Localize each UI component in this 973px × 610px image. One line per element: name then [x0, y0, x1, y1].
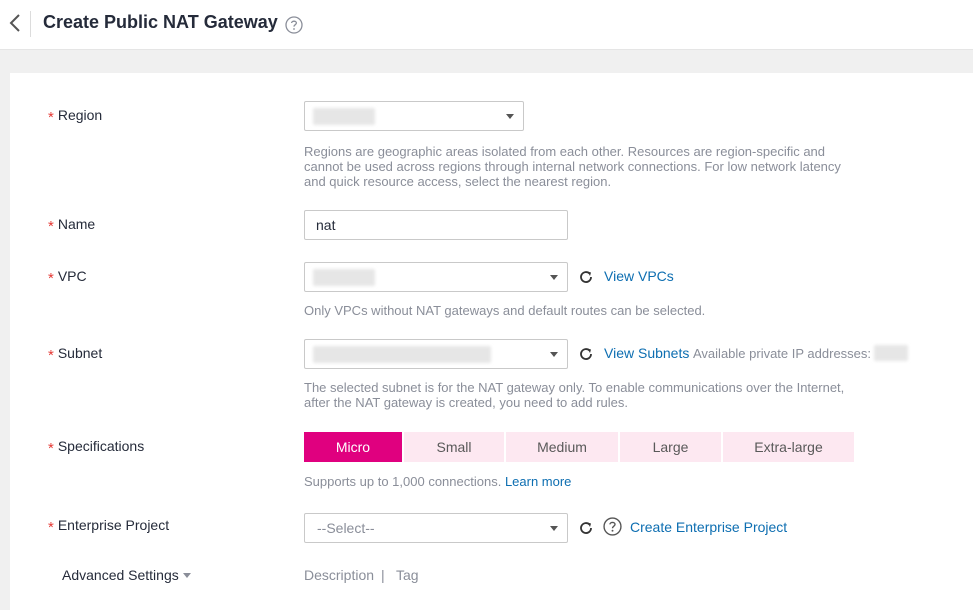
spec-micro-button[interactable]: Micro	[304, 432, 402, 462]
required-mark: *	[48, 347, 54, 364]
help-icon[interactable]	[603, 517, 622, 536]
chevron-down-icon	[550, 526, 558, 531]
region-hint: Regions are geographic areas isolated fr…	[304, 144, 841, 189]
vpc-hint: Only VPCs without NAT gateways and defau…	[304, 303, 706, 318]
specifications-hint: Supports up to 1,000 connections. Learn …	[304, 474, 704, 489]
required-mark: *	[48, 109, 54, 126]
view-subnets-link[interactable]: View Subnets	[604, 345, 689, 361]
chevron-down-icon	[550, 352, 558, 357]
vpc-label: * VPC	[48, 268, 87, 287]
region-value-redacted	[313, 108, 375, 125]
create-enterprise-project-link[interactable]: Create Enterprise Project	[630, 519, 787, 535]
region-select[interactable]	[304, 101, 524, 131]
refresh-icon[interactable]	[578, 346, 594, 362]
chevron-down-icon	[506, 114, 514, 119]
spec-large-button[interactable]: Large	[620, 432, 721, 462]
header-divider	[30, 11, 31, 37]
vpc-value-redacted	[313, 269, 375, 286]
name-input[interactable]: nat	[304, 210, 568, 240]
enterprise-project-placeholder: --Select--	[317, 520, 375, 536]
name-label-text: Name	[57, 216, 96, 232]
vpc-label-text: VPC	[57, 268, 87, 284]
region-label: * Region	[48, 107, 103, 126]
spec-small-button[interactable]: Small	[404, 432, 504, 462]
specifications-label-text: Specifications	[57, 438, 145, 454]
refresh-icon[interactable]	[578, 269, 594, 285]
chevron-down-icon	[183, 573, 191, 578]
enterprise-project-select[interactable]: --Select--	[304, 513, 568, 543]
required-mark: *	[48, 440, 54, 457]
advanced-summary-separator: |	[381, 567, 385, 583]
refresh-icon[interactable]	[578, 520, 594, 536]
subnet-hint: The selected subnet is for the NAT gatew…	[304, 380, 845, 410]
spec-extra-large-button[interactable]: Extra-large	[723, 432, 854, 462]
required-mark: *	[48, 519, 54, 536]
subnet-value-redacted	[313, 346, 491, 363]
page-header: Create Public NAT Gateway	[0, 0, 973, 50]
enterprise-project-label-text: Enterprise Project	[57, 517, 170, 533]
advanced-summary-tag: Tag	[396, 567, 419, 583]
chevron-down-icon	[550, 275, 558, 280]
enterprise-project-label: * Enterprise Project	[48, 517, 170, 536]
region-label-text: Region	[57, 107, 103, 123]
available-ip-label: Available private IP addresses:	[693, 346, 872, 361]
subnet-label: * Subnet	[48, 345, 103, 364]
page-title: Create Public NAT Gateway	[43, 12, 278, 32]
learn-more-link[interactable]: Learn more	[505, 474, 571, 489]
subnet-select[interactable]	[304, 339, 568, 369]
available-ip-value-redacted	[874, 345, 908, 361]
view-vpcs-link[interactable]: View VPCs	[604, 268, 674, 284]
specifications-hint-text: Supports up to 1,000 connections.	[304, 474, 502, 489]
advanced-summary-description: Description	[304, 567, 375, 583]
subnet-label-text: Subnet	[57, 345, 103, 361]
required-mark: *	[48, 270, 54, 287]
back-arrow-icon[interactable]	[8, 13, 24, 33]
advanced-settings-toggle[interactable]: Advanced Settings	[62, 567, 179, 583]
required-mark: *	[48, 218, 54, 235]
help-icon[interactable]	[285, 16, 303, 34]
spec-medium-button[interactable]: Medium	[506, 432, 618, 462]
vpc-select[interactable]	[304, 262, 568, 292]
specifications-label: * Specifications	[48, 438, 145, 457]
name-label: * Name	[48, 216, 96, 235]
